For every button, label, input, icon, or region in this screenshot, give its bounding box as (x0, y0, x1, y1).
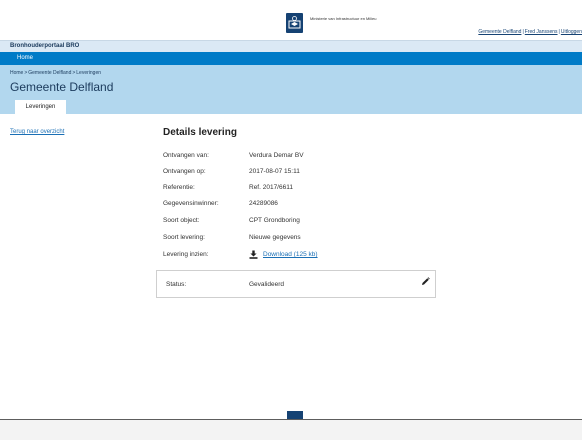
detail-label: Gegevensinwinner: (163, 200, 219, 207)
detail-value: CPT Grondboring (249, 217, 300, 224)
breadcrumb-organization[interactable]: Gemeente Delfland (28, 70, 71, 76)
back-to-overview-link[interactable]: Terug naar overzicht (10, 129, 64, 135)
user-links: Gemeente Delfland|Fred Janssens|Uitlogge… (478, 29, 582, 35)
detail-label: Ontvangen op: (163, 168, 206, 175)
status-label: Status: (166, 281, 187, 288)
nav-home-link[interactable]: Home (17, 55, 33, 61)
detail-value: 24289086 (249, 200, 278, 207)
detail-value: Ref. 2017/6611 (249, 184, 293, 191)
download-icon[interactable] (249, 250, 258, 261)
detail-label: Levering inzien: (163, 251, 209, 258)
breadcrumb: Home>Gemeente Delfland>Leveringen (10, 70, 101, 76)
detail-label: Ontvangen van: (163, 152, 209, 159)
ministry-name: Ministerie van Infrastructuur en Milieu (310, 16, 377, 21)
status-value: Gevalideerd (249, 281, 285, 288)
detail-label: Referentie: (163, 184, 195, 191)
detail-label: Soort object: (163, 217, 200, 224)
detail-value: Verdura Demar BV (249, 152, 304, 159)
tab-leveringen[interactable]: Leveringen (15, 100, 66, 114)
app-title-bar: Bronhouderportaal BRO (0, 40, 582, 52)
footer (0, 420, 582, 440)
main-navigation: Home (0, 52, 582, 65)
detail-value: Download (125 kb) (249, 250, 318, 261)
download-link[interactable]: Download (125 kb) (263, 251, 318, 258)
breadcrumb-home[interactable]: Home (10, 70, 23, 76)
detail-label: Soort levering: (163, 234, 205, 241)
logout-link[interactable]: Uitloggen (561, 29, 582, 35)
breadcrumb-current: Leveringen (76, 70, 102, 76)
pencil-icon[interactable] (421, 273, 430, 291)
app-title: Bronhouderportaal BRO (10, 43, 80, 49)
detail-value: Nieuwe gegevens (249, 234, 301, 241)
footer-mark (287, 411, 303, 419)
user-name-link[interactable]: Fred Janssens (525, 29, 558, 35)
organization-link[interactable]: Gemeente Delfland (478, 29, 521, 35)
top-bar: Ministerie van Infrastructuur en Milieu … (0, 0, 582, 40)
detail-value: 2017-08-07 15:11 (249, 168, 300, 175)
page-header: Home>Gemeente Delfland>Leveringen Gemeen… (0, 65, 582, 114)
government-logo-icon (286, 13, 303, 33)
page-title: Gemeente Delfland (10, 80, 114, 94)
details-title: Details levering (163, 127, 237, 138)
status-panel: Status: Gevalideerd (156, 270, 436, 298)
